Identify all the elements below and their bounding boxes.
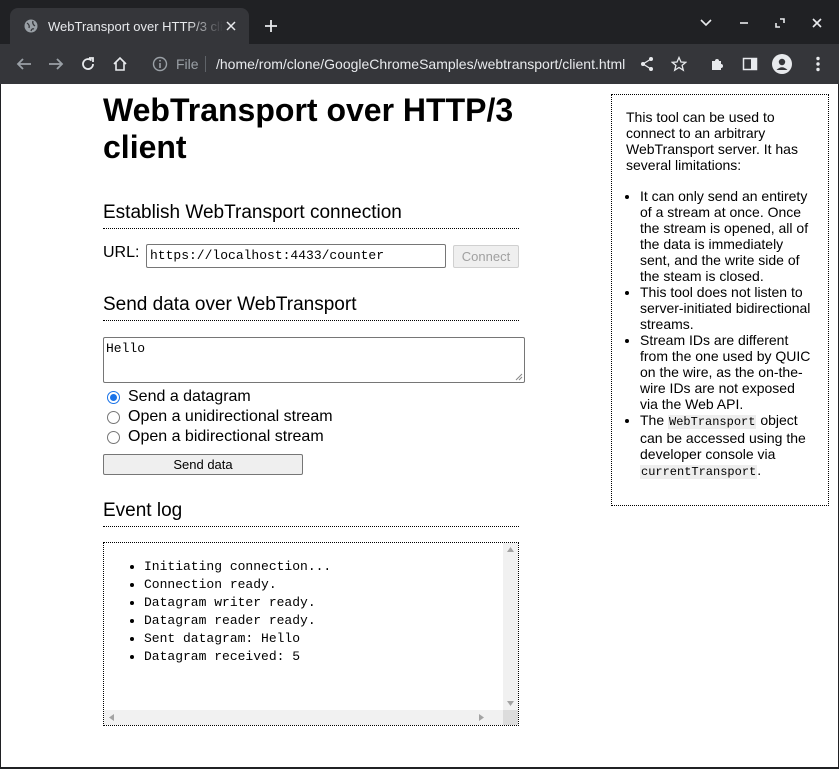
- url-input[interactable]: https://localhost:4433/counter: [146, 244, 446, 268]
- vertical-scrollbar[interactable]: [503, 543, 518, 710]
- send-data-button[interactable]: Send data: [103, 454, 303, 475]
- close-tab-icon[interactable]: [223, 18, 239, 34]
- scrollbar-corner: [503, 710, 518, 725]
- tab-strip: WebTransport over HTTP/3 client: [0, 0, 839, 44]
- tab-title: WebTransport over HTTP/3 client: [48, 18, 223, 34]
- page-title: WebTransport over HTTP/3 client: [103, 92, 514, 165]
- forward-icon[interactable]: [46, 54, 66, 74]
- menu-kebab-icon[interactable]: [808, 54, 828, 74]
- radio-bidirectional-button[interactable]: [107, 430, 120, 444]
- connection-heading: Establish WebTransport connection: [103, 202, 519, 229]
- globe-icon: [24, 19, 38, 33]
- scroll-down-icon[interactable]: [507, 701, 514, 706]
- new-tab-icon[interactable]: [262, 17, 280, 35]
- log-entry: Connection ready.: [144, 576, 331, 594]
- side-panel-icon[interactable]: [740, 54, 760, 74]
- limitations-sidebar: This tool can be used to connect to an a…: [611, 94, 829, 506]
- limitation-item: Stream IDs are different from the one us…: [640, 332, 816, 412]
- restore-icon[interactable]: [771, 14, 789, 32]
- extensions-puzzle-icon[interactable]: [708, 54, 728, 74]
- current-transport-code: currentTransport: [640, 465, 758, 479]
- limitation-item: This tool does not listen to server-init…: [640, 284, 816, 332]
- horizontal-scrollbar[interactable]: [104, 710, 504, 725]
- browser-toolbar: File /home/rom/clone/GoogleChromeSamples…: [0, 44, 839, 84]
- radio-datagram-label: Send a datagram: [128, 388, 251, 405]
- radio-unidirectional-label: Open a unidirectional stream: [128, 408, 333, 425]
- data-textarea[interactable]: Hello: [103, 337, 525, 383]
- event-log[interactable]: Initiating connection... Connection read…: [103, 542, 519, 726]
- scroll-left-icon[interactable]: [109, 714, 114, 721]
- close-window-icon[interactable]: [808, 14, 826, 32]
- url-label: URL:: [103, 244, 140, 261]
- url-row: URL: https://localhost:4433/counter Conn…: [103, 243, 519, 268]
- limitation-item: The WebTransport object can be accessed …: [640, 412, 816, 480]
- log-entry: Datagram reader ready.: [144, 612, 331, 630]
- event-log-heading: Event log: [103, 500, 519, 527]
- log-entry: Sent datagram: Hello: [144, 630, 331, 648]
- back-icon[interactable]: [14, 54, 34, 74]
- main-content: WebTransport over HTTP/3 client Establis…: [103, 92, 525, 726]
- connect-button[interactable]: Connect: [453, 245, 519, 268]
- omnibox-scheme: File: [176, 56, 199, 72]
- data-textarea-value: Hello: [106, 341, 146, 356]
- browser-tab[interactable]: WebTransport over HTTP/3 client: [10, 8, 249, 44]
- limitations-list: It can only send an entirety of a stream…: [626, 188, 816, 480]
- resize-grip-icon[interactable]: [515, 373, 523, 381]
- radio-bidirectional-label: Open a bidirectional stream: [128, 428, 324, 445]
- minimize-icon[interactable]: [735, 14, 753, 32]
- send-heading: Send data over WebTransport: [103, 294, 519, 321]
- home-icon[interactable]: [110, 54, 130, 74]
- scroll-up-icon[interactable]: [507, 547, 514, 552]
- omnibox[interactable]: File /home/rom/clone/GoogleChromeSamples…: [141, 49, 701, 79]
- page-viewport: WebTransport over HTTP/3 client Establis…: [1, 84, 838, 767]
- radio-bidirectional[interactable]: Open a bidirectional stream: [107, 428, 324, 446]
- reload-icon[interactable]: [78, 54, 98, 74]
- log-entry: Datagram received: 5: [144, 648, 331, 666]
- info-icon[interactable]: [152, 56, 168, 72]
- log-entry: Datagram writer ready.: [144, 594, 331, 612]
- share-icon[interactable]: [637, 54, 657, 74]
- limitation-text: .: [757, 462, 762, 478]
- limitation-text: The: [640, 412, 669, 428]
- scroll-right-icon[interactable]: [479, 714, 484, 721]
- webtransport-code: WebTransport: [668, 415, 757, 429]
- event-log-list: Initiating connection... Connection read…: [144, 558, 331, 666]
- bookmark-star-icon[interactable]: [669, 54, 689, 74]
- log-entry: Initiating connection...: [144, 558, 331, 576]
- profile-avatar-icon[interactable]: [772, 54, 792, 74]
- radio-datagram[interactable]: Send a datagram: [107, 388, 251, 406]
- radio-datagram-button[interactable]: [107, 390, 120, 404]
- omnibox-divider: [205, 56, 206, 72]
- omnibox-url[interactable]: /home/rom/clone/GoogleChromeSamples/webt…: [216, 56, 626, 72]
- tab-search-icon[interactable]: [697, 14, 715, 32]
- radio-unidirectional[interactable]: Open a unidirectional stream: [107, 408, 333, 426]
- radio-unidirectional-button[interactable]: [107, 410, 120, 424]
- limitation-item: It can only send an entirety of a stream…: [640, 188, 816, 284]
- sidebar-intro: This tool can be used to connect to an a…: [626, 109, 798, 173]
